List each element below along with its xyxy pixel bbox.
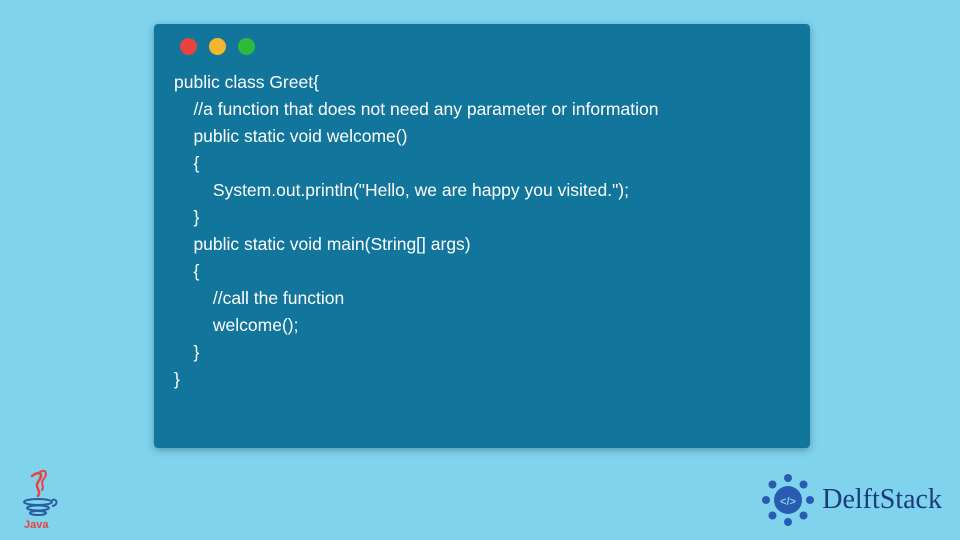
maximize-icon: [238, 38, 255, 55]
delftstack-badge-icon: </>: [760, 472, 816, 528]
svg-text:Java: Java: [24, 519, 49, 530]
window-traffic-lights: [180, 38, 790, 55]
java-logo-icon: Java: [14, 468, 62, 530]
code-block: public class Greet{ //a function that do…: [174, 69, 790, 393]
code-window: public class Greet{ //a function that do…: [154, 24, 810, 448]
svg-text:</>: </>: [780, 496, 796, 508]
close-icon: [180, 38, 197, 55]
delftstack-label: DelftStack: [822, 484, 942, 516]
minimize-icon: [209, 38, 226, 55]
delftstack-logo: </> DelftStack: [760, 472, 942, 528]
